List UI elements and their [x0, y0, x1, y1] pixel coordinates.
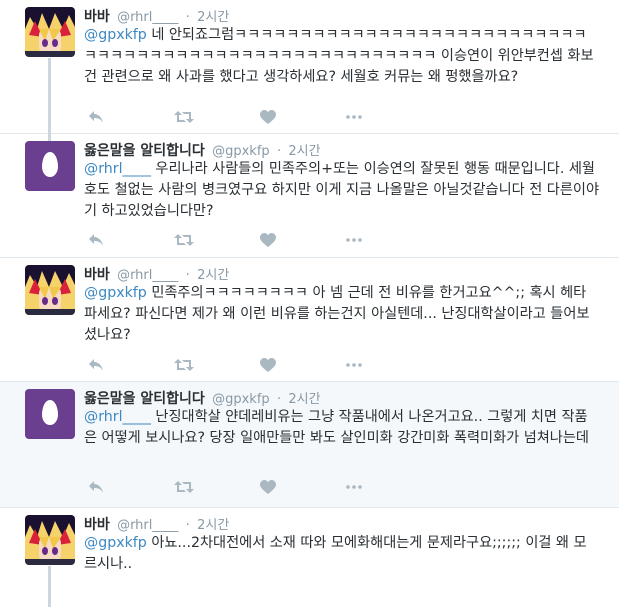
tweet[interactable]: 바바 @rhrl____ · 2시간 @gpxkfp 민족주의ㅋㅋㅋㅋㅋㅋㅋㅋ …	[0, 258, 619, 382]
retweet-button[interactable]	[174, 478, 260, 496]
username[interactable]: @rhrl____	[117, 518, 178, 533]
more-button[interactable]	[346, 356, 432, 374]
tweet-text: @gpxkfp 아뇨...2차대전에서 소재 따와 모에화해대는게 문제라구요;…	[84, 533, 599, 575]
retweet-icon	[174, 111, 194, 123]
reply-button[interactable]	[88, 108, 174, 126]
avatar[interactable]	[25, 265, 75, 315]
tweet-header: 옳은말을 알티합니다 @gpxkfp · 2시간	[84, 140, 321, 160]
avatar[interactable]	[25, 141, 75, 191]
username[interactable]: @rhrl____	[117, 268, 178, 283]
default-egg-avatar-icon	[25, 389, 75, 439]
tweet-text: @gpxkfp 민족주의ㅋㅋㅋㅋㅋㅋㅋㅋ 아 넴 근데 전 비유를 한거고요^^…	[84, 283, 599, 346]
tweet-header: 바바 @rhrl____ · 2시간	[84, 264, 229, 284]
tweet-actions	[88, 108, 432, 126]
tweet-actions	[88, 478, 432, 496]
more-button[interactable]	[346, 478, 432, 496]
more-icon	[346, 238, 362, 242]
reply-icon	[89, 234, 103, 246]
tweet[interactable]: 옳은말을 알티합니다 @gpxkfp · 2시간 @rhrl____ 우리나라 …	[0, 134, 619, 258]
mention-link[interactable]: @gpxkfp	[84, 285, 147, 301]
yugi-avatar-icon	[25, 515, 75, 565]
tweet-body: 아뇨...2차대전에서 소재 따와 모에화해대는게 문제라구요;;;;;; 이걸…	[84, 535, 587, 572]
tweet-body: 민족주의ㅋㅋㅋㅋㅋㅋㅋㅋ 아 넴 근데 전 비유를 한거고요^^;; 혹시 헤타…	[84, 285, 590, 343]
tweet-text: @gpxkfp 네 안되죠그럼ㅋㅋㅋㅋㅋㅋㅋㅋㅋㅋㅋㅋㅋㅋㅋㅋㅋㅋㅋㅋㅋㅋㅋㅋㅋ…	[84, 25, 599, 88]
yugi-avatar-icon	[25, 7, 75, 57]
reply-icon	[89, 111, 103, 123]
thread-line	[48, 566, 51, 607]
tweet-actions	[88, 356, 432, 374]
timestamp[interactable]: 2시간	[197, 10, 229, 25]
thread-line	[48, 58, 51, 134]
display-name[interactable]: 바바	[84, 9, 110, 25]
timestamp[interactable]: 2시간	[288, 392, 320, 407]
display-name[interactable]: 바바	[84, 267, 110, 283]
username[interactable]: @rhrl____	[117, 10, 178, 25]
reply-icon	[89, 359, 103, 371]
username[interactable]: @gpxkfp	[212, 144, 270, 159]
mention-link[interactable]: @gpxkfp	[84, 535, 147, 551]
display-name[interactable]: 바바	[84, 517, 110, 533]
like-icon	[260, 110, 276, 124]
tweet-actions	[88, 231, 432, 249]
retweet-button[interactable]	[174, 231, 260, 249]
display-name[interactable]: 옳은말을 알티합니다	[84, 143, 205, 159]
like-button[interactable]	[260, 356, 346, 374]
retweet-icon	[174, 234, 194, 246]
like-icon	[260, 233, 276, 247]
retweet-icon	[174, 481, 194, 493]
more-icon	[346, 485, 362, 489]
separator-dot: ·	[276, 392, 282, 407]
more-icon	[346, 363, 362, 367]
tweet-body: 네 안되죠그럼ㅋㅋㅋㅋㅋㅋㅋㅋㅋㅋㅋㅋㅋㅋㅋㅋㅋㅋㅋㅋㅋㅋㅋㅋㅋㅋㅋㅋㅋㅋㅋㅋㅋ…	[84, 27, 594, 85]
tweet[interactable]: 바바 @rhrl____ · 2시간 @gpxkfp 아뇨...2차대전에서 소…	[0, 508, 619, 607]
more-icon	[346, 115, 362, 119]
tweet-text: @rhrl____ 우리나라 사람들의 민족주의+또는 이승연의 잘못된 행동 …	[84, 159, 599, 222]
like-button[interactable]	[260, 108, 346, 126]
mention-link[interactable]: @rhrl____	[84, 161, 151, 177]
separator-dot: ·	[185, 268, 190, 283]
like-button[interactable]	[260, 478, 346, 496]
avatar[interactable]	[25, 389, 75, 439]
tweet-body: 우리나라 사람들의 민족주의+또는 이승연의 잘못된 행동 때문입니다. 세월호…	[84, 161, 599, 219]
reply-button[interactable]	[88, 231, 174, 249]
display-name[interactable]: 옳은말을 알티합니다	[84, 391, 205, 407]
timestamp[interactable]: 2시간	[197, 518, 229, 533]
timestamp[interactable]: 2시간	[197, 268, 229, 283]
reply-button[interactable]	[88, 478, 174, 496]
reply-icon	[89, 481, 103, 493]
tweet-body: 난징대학살 얀데레비유는 그냥 작품내에서 나온거고요.. 그렇게 치면 작품은…	[84, 409, 589, 446]
tweet-text: @rhrl____ 난징대학살 얀데레비유는 그냥 작품내에서 나온거고요.. …	[84, 407, 599, 449]
more-button[interactable]	[346, 231, 432, 249]
tweet[interactable]: 바바 @rhrl____ · 2시간 @gpxkfp 네 안되죠그럼ㅋㅋㅋㅋㅋㅋ…	[0, 0, 619, 134]
more-button[interactable]	[346, 108, 432, 126]
avatar[interactable]	[25, 7, 75, 57]
tweet-header: 옳은말을 알티합니다 @gpxkfp · 2시간	[84, 388, 321, 408]
like-icon	[260, 358, 276, 372]
retweet-button[interactable]	[174, 356, 260, 374]
like-icon	[260, 480, 276, 494]
username[interactable]: @gpxkfp	[212, 392, 270, 407]
timestamp[interactable]: 2시간	[288, 144, 320, 159]
mention-link[interactable]: @gpxkfp	[84, 27, 147, 43]
separator-dot: ·	[276, 144, 282, 159]
thread-line	[48, 134, 51, 141]
like-button[interactable]	[260, 231, 346, 249]
yugi-avatar-icon	[25, 265, 75, 315]
retweet-button[interactable]	[174, 108, 260, 126]
tweet-header: 바바 @rhrl____ · 2시간	[84, 6, 229, 26]
tweet[interactable]: 옳은말을 알티합니다 @gpxkfp · 2시간 @rhrl____ 난징대학살…	[0, 382, 619, 508]
separator-dot: ·	[185, 518, 190, 533]
mention-link[interactable]: @rhrl____	[84, 409, 151, 425]
tweet-header: 바바 @rhrl____ · 2시간	[84, 514, 229, 534]
default-egg-avatar-icon	[25, 141, 75, 191]
separator-dot: ·	[185, 10, 190, 25]
reply-button[interactable]	[88, 356, 174, 374]
avatar[interactable]	[25, 515, 75, 565]
retweet-icon	[174, 359, 194, 371]
